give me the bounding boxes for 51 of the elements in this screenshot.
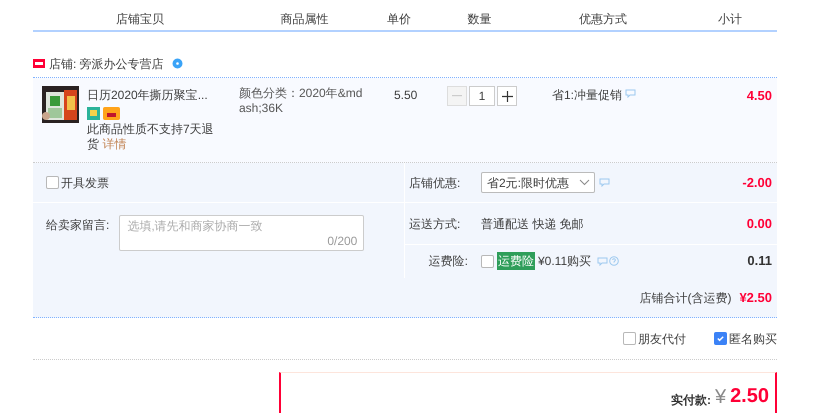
increase-button[interactable] <box>497 86 517 106</box>
shop-badge-icon <box>33 59 45 68</box>
shop-name[interactable]: 店铺: 旁派办公专营店 <box>49 54 164 72</box>
insurance-price: ¥0.11购买 <box>538 253 592 270</box>
insurance-label: 运费险: <box>428 253 469 270</box>
discount-amount: -2.00 <box>742 174 773 192</box>
minus-icon <box>452 95 462 97</box>
service-icon <box>87 107 100 120</box>
option-label: 匿名购买 <box>729 330 777 348</box>
invoice-checkbox[interactable] <box>46 176 59 189</box>
check-icon <box>716 334 725 343</box>
chevron-down-icon <box>579 179 590 186</box>
insurance-tag: 运费险 <box>497 252 535 270</box>
chat-icon[interactable] <box>625 89 636 98</box>
option-checkbox[interactable] <box>623 332 636 345</box>
column-header: 商品属性 <box>280 11 330 28</box>
column-header: 店铺宝贝 <box>115 11 165 28</box>
currency-symbol: ¥ <box>714 385 726 410</box>
chat-icon[interactable] <box>597 256 608 266</box>
product-attribute: 颜色分类：2020年&mdash;36K <box>238 86 364 117</box>
column-header: 优惠方式 <box>578 11 628 28</box>
shipping-method: 普通配送 快递 免邮 <box>481 216 584 232</box>
option-label: 朋友代付 <box>638 330 686 348</box>
option-checkbox[interactable] <box>714 332 727 345</box>
payment-amount: 2.50 <box>730 384 769 409</box>
message-placeholder: 选填,请先和商家协商一致 <box>127 219 263 233</box>
discount-select[interactable]: 省2元:限时优惠 <box>481 172 595 193</box>
plus-icon <box>502 90 512 102</box>
unit-price: 5.50 <box>393 87 418 104</box>
help-icon[interactable] <box>609 256 620 266</box>
shop-total-label: 店铺合计(含运费) <box>639 290 732 306</box>
insurance-amount: 0.11 <box>747 252 773 270</box>
column-header: 数量 <box>466 11 492 28</box>
insurance-checkbox[interactable] <box>481 254 494 268</box>
invoice-label: 开具发票 <box>61 174 109 192</box>
shipping-amount: 0.00 <box>746 214 773 233</box>
shop-discount-label: 店铺优惠: <box>409 174 462 192</box>
product-title[interactable]: 日历2020年撕历聚宝... <box>87 86 227 104</box>
quantity-field[interactable]: 1 <box>469 86 495 106</box>
card-icon <box>103 107 120 120</box>
message-label: 给卖家留言: <box>46 217 110 234</box>
shipping-label: 运送方式: <box>409 216 462 232</box>
payment-label: 实付款: <box>670 392 711 409</box>
promotion-text: 省1:冲量促销 <box>552 87 622 104</box>
subtotal: 4.50 <box>746 87 773 105</box>
chat-icon[interactable] <box>599 178 610 187</box>
shop-total-amount: ¥2.50 <box>739 288 772 307</box>
return-policy-text: 此商品性质不支持7天退货 详情 <box>87 122 215 152</box>
column-header: 单价 <box>386 11 412 28</box>
column-header: 小计 <box>717 11 743 28</box>
character-counter: 0/200 <box>327 233 358 250</box>
